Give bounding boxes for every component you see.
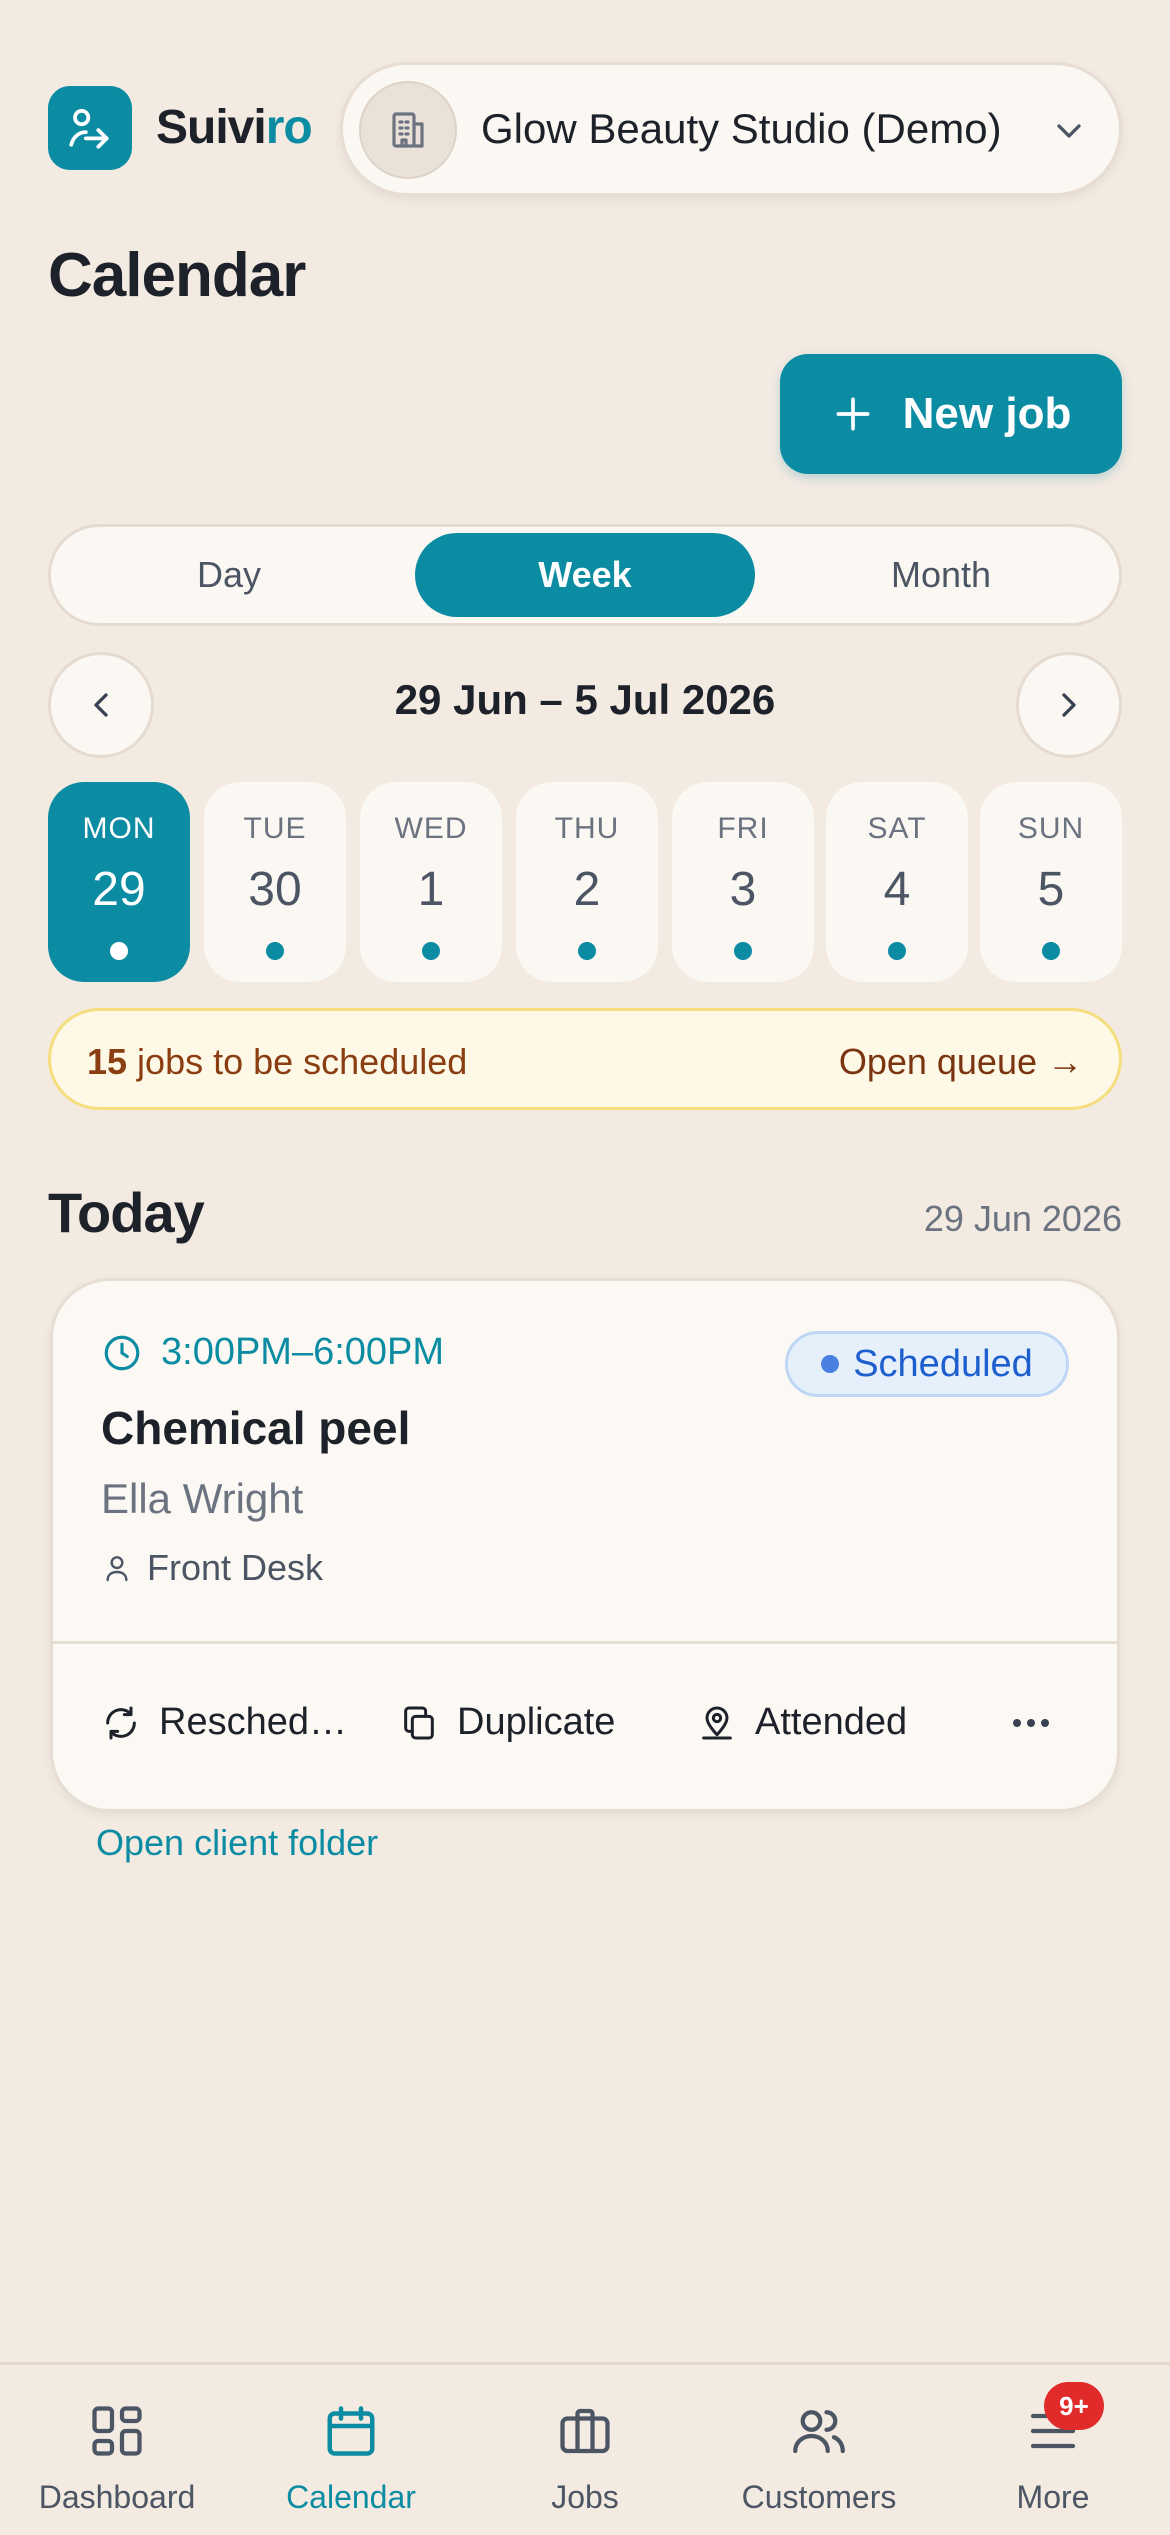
day-sat[interactable]: SAT 4 [826, 782, 968, 982]
previous-week-button[interactable] [48, 652, 154, 758]
open-queue-link[interactable]: Open queue → [839, 1041, 1083, 1083]
view-option-day[interactable]: Day [59, 533, 399, 617]
duplicate-button[interactable]: Duplicate [399, 1701, 615, 1744]
view-option-month[interactable]: Month [771, 533, 1111, 617]
scheduling-queue-banner[interactable]: 15 jobs to be scheduled Open queue → [48, 1008, 1122, 1110]
plus-icon [836, 397, 870, 431]
open-client-folder-link[interactable]: Open client folder [96, 1822, 378, 1864]
clock-icon [104, 1335, 140, 1370]
tab-customers[interactable]: Customers [702, 2365, 936, 2535]
chevron-right-icon [1062, 693, 1076, 717]
tab-dashboard[interactable]: Dashboard [0, 2365, 234, 2535]
bottom-navigation: Dashboard Calendar Jobs Customers More [0, 2362, 1170, 2532]
job-indicator-dot [422, 942, 440, 960]
job-indicator-dot [578, 942, 596, 960]
assignee: Front Desk [101, 1547, 323, 1589]
job-indicator-dot [110, 942, 128, 960]
chevron-down-icon [1057, 124, 1081, 138]
more-options-icon[interactable] [1009, 1711, 1053, 1735]
new-job-label: New job [902, 389, 1072, 438]
building-icon [359, 81, 457, 179]
card-divider [53, 1641, 1117, 1644]
appointment-time: 3:00PM–6:00PM [101, 1331, 444, 1374]
next-week-button[interactable] [1016, 652, 1122, 758]
reschedule-button[interactable]: Resched… [101, 1701, 347, 1744]
dashboard-grid-icon [92, 2406, 142, 2456]
refresh-icon [106, 1706, 136, 1739]
users-icon [793, 2410, 845, 2454]
studio-name: Glow Beauty Studio (Demo) [481, 105, 1002, 152]
copy-icon [404, 1706, 434, 1739]
job-indicator-dot [888, 942, 906, 960]
job-indicator-dot [1042, 942, 1060, 960]
job-indicator-dot [266, 942, 284, 960]
appointment-card[interactable]: 3:00PM–6:00PM Scheduled Chemical peel El… [50, 1278, 1120, 1812]
client-name: Ella Wright [101, 1475, 304, 1522]
today-heading: Today [48, 1181, 205, 1244]
chevron-left-icon [94, 693, 108, 717]
brand-name: Suiviro [156, 101, 313, 154]
route-logo-icon [69, 109, 109, 149]
calendar-icon [327, 2406, 375, 2456]
user-check-icon [702, 1706, 732, 1739]
view-option-week[interactable]: Week [415, 533, 755, 617]
day-thu[interactable]: THU 2 [516, 782, 658, 982]
status-dot [821, 1355, 840, 1373]
day-fri[interactable]: FRI 3 [672, 782, 814, 982]
job-indicator-dot [734, 942, 752, 960]
service-name: Chemical peel [101, 1402, 411, 1454]
notification-badge: 9+ [1044, 2382, 1104, 2430]
studio-selector[interactable]: Glow Beauty Studio (Demo) [340, 62, 1122, 196]
briefcase-icon [560, 2408, 610, 2454]
day-wed[interactable]: WED 1 [360, 782, 502, 982]
day-sun[interactable]: SUN 5 [980, 782, 1122, 982]
queue-text: 15 jobs to be scheduled [87, 1041, 468, 1082]
status-badge: Scheduled [785, 1331, 1069, 1397]
user-icon [106, 1556, 128, 1582]
date-range-label: 29 Jun – 5 Jul 2026 [394, 676, 776, 723]
attended-button[interactable]: Attended [697, 1701, 907, 1744]
new-job-button[interactable]: New job [780, 354, 1122, 474]
tab-calendar[interactable]: Calendar [234, 2365, 468, 2535]
app-logo [48, 86, 132, 170]
tab-jobs[interactable]: Jobs [468, 2365, 702, 2535]
day-mon[interactable]: MON 29 [48, 782, 190, 982]
view-toggle: Day Week Month [48, 524, 1122, 626]
day-tue[interactable]: TUE 30 [204, 782, 346, 982]
today-date: 29 Jun 2026 [923, 1198, 1122, 1239]
page-title: Calendar [48, 241, 306, 310]
